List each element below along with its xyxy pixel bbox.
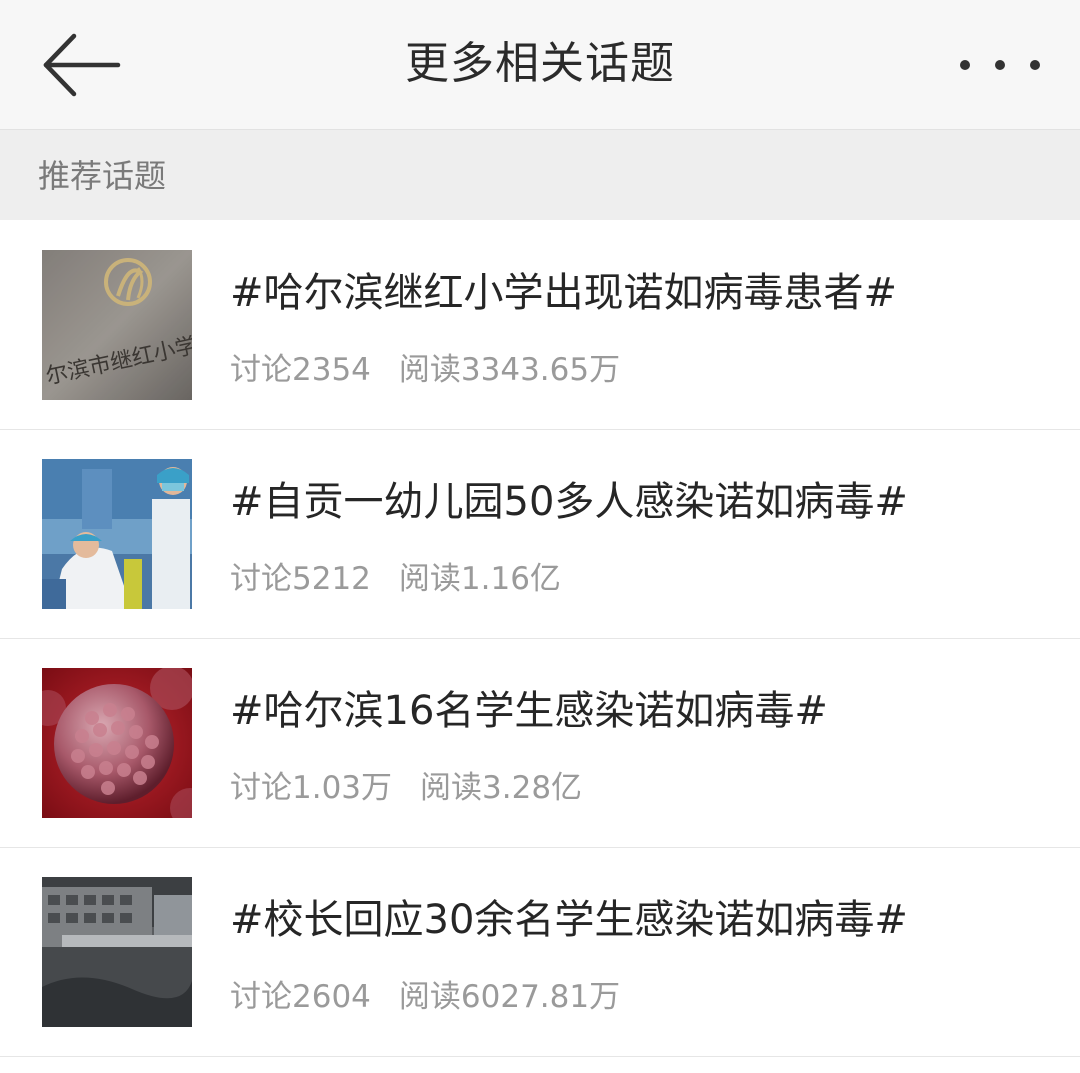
- topic-stats: 讨论1.03万 阅读3.28亿: [230, 768, 582, 808]
- section-header: 推荐话题: [0, 130, 1080, 220]
- more-dots-icon: [960, 60, 970, 70]
- read-count: 阅读1.16亿: [398, 561, 561, 597]
- topic-item[interactable]: #自贡一幼儿园50多人感染诺如病毒# 讨论5212 阅读1.16亿: [0, 430, 1080, 639]
- topic-list: 尔滨市继红小学 #哈尔滨继红小学出现诺如病毒患者# 讨论2354 阅读3343.6…: [0, 221, 1080, 1057]
- page-title: 更多相关话题: [405, 38, 675, 89]
- more-dots-icon: [995, 60, 1005, 70]
- topic-title: #自贡一幼儿园50多人感染诺如病毒#: [230, 479, 908, 525]
- nav-bar: 更多相关话题: [0, 0, 1080, 130]
- discussion-count: 讨论2354: [230, 352, 371, 388]
- topic-item[interactable]: 尔滨市继红小学 #哈尔滨继红小学出现诺如病毒患者# 讨论2354 阅读3343.6…: [0, 221, 1080, 430]
- read-count: 阅读3.28亿: [420, 770, 583, 806]
- topic-thumbnail-virus: [42, 668, 192, 818]
- topic-item[interactable]: #哈尔滨16名学生感染诺如病毒# 讨论1.03万 阅读3.28亿: [0, 639, 1080, 848]
- section-label: 推荐话题: [38, 157, 167, 195]
- topic-stats: 讨论5212 阅读1.16亿: [230, 559, 561, 599]
- topic-thumbnail-hospital: [42, 459, 192, 609]
- topic-stats: 讨论2604 阅读6027.81万: [230, 977, 620, 1017]
- topic-title: #哈尔滨16名学生感染诺如病毒#: [230, 688, 828, 734]
- more-dots-icon: [1030, 60, 1040, 70]
- topic-item[interactable]: #校长回应30余名学生感染诺如病毒# 讨论2604 阅读6027.81万: [0, 848, 1080, 1057]
- topic-stats: 讨论2354 阅读3343.65万: [230, 350, 620, 390]
- topic-title: #校长回应30余名学生感染诺如病毒#: [230, 897, 908, 943]
- topic-thumbnail-school-sign: 尔滨市继红小学: [42, 250, 192, 400]
- topic-thumbnail-building: [42, 877, 192, 1027]
- discussion-count: 讨论5212: [230, 561, 371, 597]
- topic-title: #哈尔滨继红小学出现诺如病毒患者#: [230, 270, 898, 316]
- read-count: 阅读6027.81万: [398, 979, 621, 1015]
- discussion-count: 讨论1.03万: [230, 770, 393, 806]
- read-count: 阅读3343.65万: [398, 352, 621, 388]
- discussion-count: 讨论2604: [230, 979, 371, 1015]
- more-options-button[interactable]: [960, 50, 1040, 80]
